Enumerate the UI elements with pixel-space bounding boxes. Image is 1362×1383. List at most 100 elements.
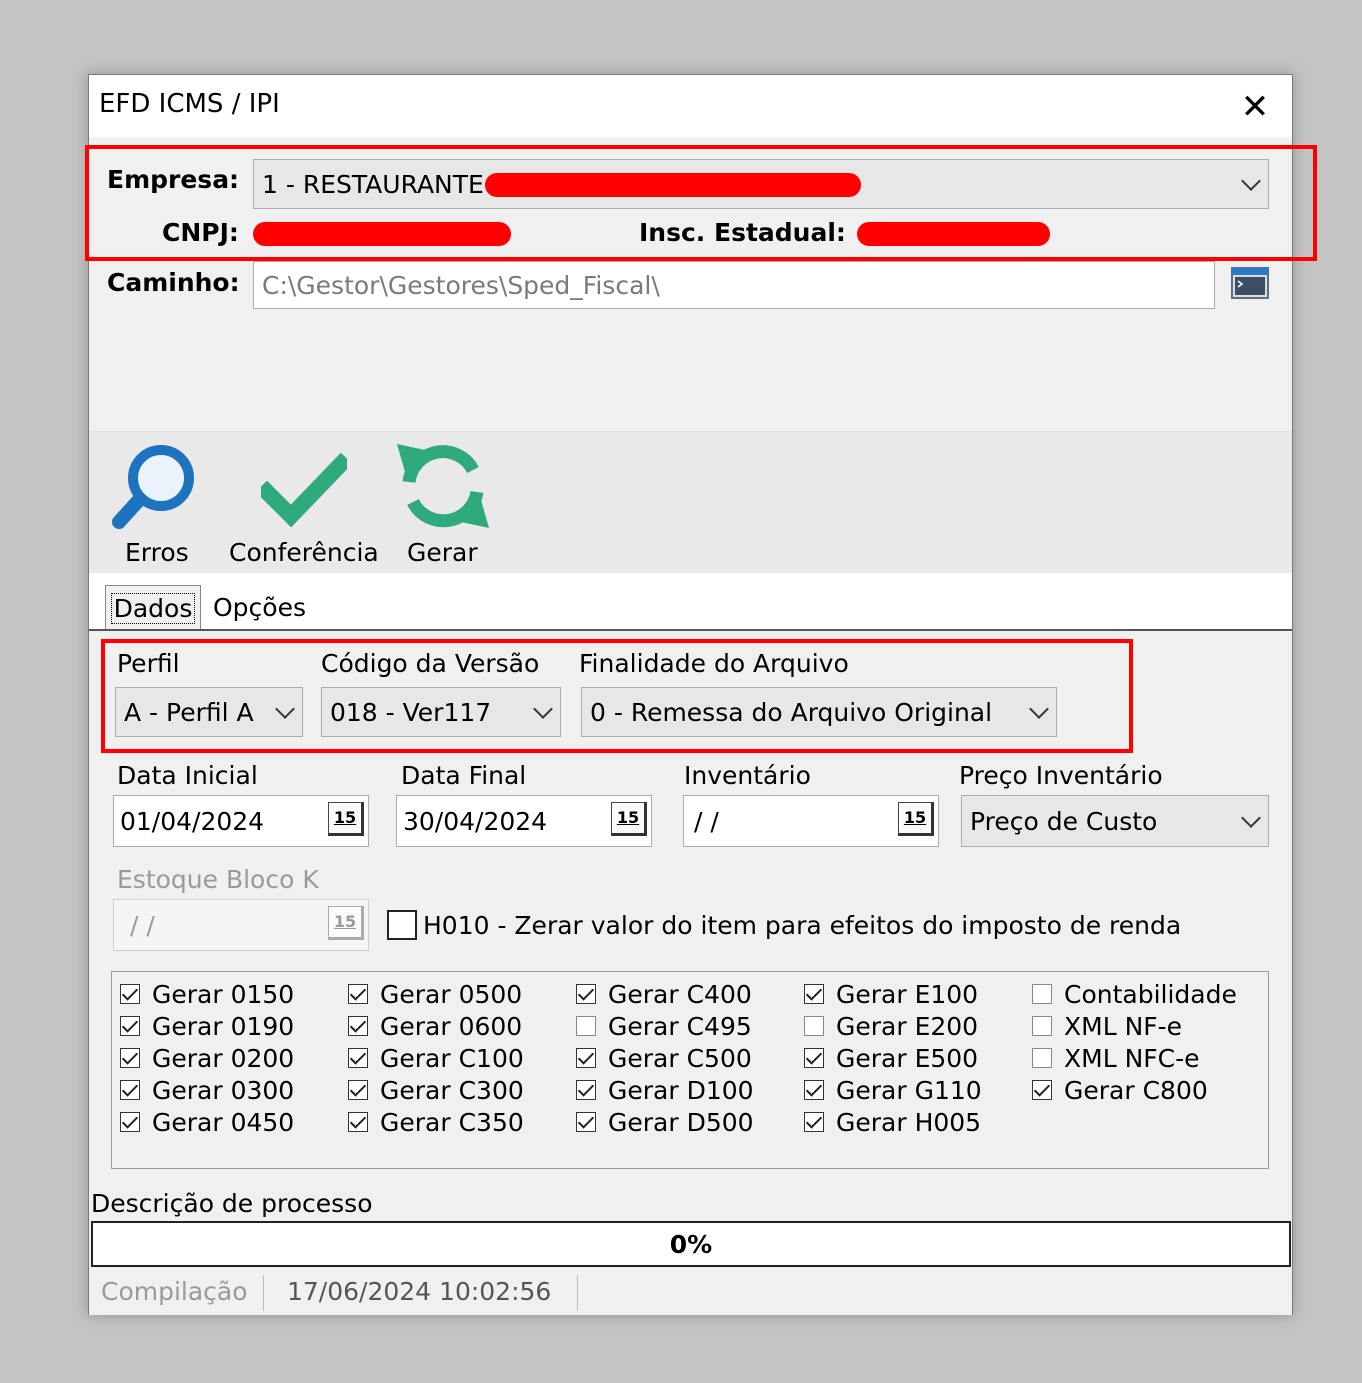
status-separator <box>263 1275 264 1311</box>
option-checkbox[interactable] <box>120 1048 140 1068</box>
option-checkbox[interactable] <box>120 1112 140 1132</box>
option-checkbox-label: Gerar C350 <box>380 1107 524 1137</box>
data-inicial-value: 01/04/2024 <box>120 806 265 836</box>
option-checkbox[interactable] <box>1032 1016 1052 1036</box>
option-checkbox-row[interactable]: Gerar H005 <box>804 1106 982 1138</box>
option-checkbox-label: Gerar H005 <box>836 1107 982 1137</box>
option-checkbox[interactable] <box>120 1016 140 1036</box>
option-checkbox[interactable] <box>348 984 368 1004</box>
option-checkbox-row[interactable]: Gerar D100 <box>576 1074 754 1106</box>
option-checkbox-label: Gerar E100 <box>836 979 979 1009</box>
chevron-down-icon <box>1241 808 1261 828</box>
option-checkbox-row[interactable]: Gerar C300 <box>348 1074 524 1106</box>
preco-inventario-value: Preço de Custo <box>970 806 1158 836</box>
refresh-icon <box>397 444 489 528</box>
option-checkbox-row[interactable]: Gerar E200 <box>804 1010 982 1042</box>
option-checkbox-label: Gerar C800 <box>1064 1075 1208 1105</box>
estoque-bloco-k-input[interactable]: / / 15 <box>113 899 369 951</box>
option-checkbox-row[interactable]: Gerar 0200 <box>120 1042 294 1074</box>
option-checkbox-row[interactable]: Gerar C350 <box>348 1106 524 1138</box>
tab-dados-label: Dados <box>110 593 196 624</box>
calendar-icon: 15 <box>333 808 357 827</box>
option-checkbox[interactable] <box>1032 984 1052 1004</box>
calendar-button[interactable]: 15 <box>328 802 364 836</box>
option-checkbox[interactable] <box>348 1112 368 1132</box>
checkbox-column: Gerar C400 Gerar C495 Gerar C500 Gerar D100… <box>576 978 754 1138</box>
inventario-input[interactable]: / / 15 <box>683 795 939 847</box>
calendar-icon: 15 <box>333 912 357 931</box>
option-checkbox-row[interactable]: Gerar D500 <box>576 1106 754 1138</box>
option-checkbox[interactable] <box>1032 1048 1052 1068</box>
option-checkbox[interactable] <box>576 1016 596 1036</box>
option-checkbox-label: Gerar 0190 <box>152 1011 295 1041</box>
option-checkbox-row[interactable]: Gerar C495 <box>576 1010 754 1042</box>
window-title: EFD ICMS / IPI <box>99 89 280 119</box>
option-checkbox[interactable] <box>348 1080 368 1100</box>
data-inicial-label: Data Inicial <box>117 761 258 790</box>
option-checkbox-row[interactable]: Gerar 0500 <box>348 978 524 1010</box>
calendar-button[interactable]: 15 <box>898 802 934 836</box>
inventario-value: / / <box>694 806 719 836</box>
data-inicial-input[interactable]: 01/04/2024 15 <box>113 795 369 847</box>
option-checkbox[interactable] <box>120 1080 140 1100</box>
option-checkbox-row[interactable]: Gerar E100 <box>804 978 982 1010</box>
option-checkbox[interactable] <box>804 1112 824 1132</box>
option-checkbox[interactable] <box>1032 1080 1052 1100</box>
option-checkbox-row[interactable]: XML NF-e <box>1032 1010 1237 1042</box>
highlight-box-company <box>85 145 1317 261</box>
option-checkbox-row[interactable]: Gerar C500 <box>576 1042 754 1074</box>
h010-checkbox[interactable] <box>387 910 417 940</box>
calendar-icon: 15 <box>616 808 640 827</box>
option-checkbox[interactable] <box>348 1016 368 1036</box>
calendar-button[interactable]: 15 <box>611 802 647 836</box>
option-checkbox-row[interactable]: Gerar 0300 <box>120 1074 294 1106</box>
option-checkbox-row[interactable]: XML NFC-e <box>1032 1042 1237 1074</box>
status-bar: Compilação 17/06/2024 10:02:56 <box>89 1269 1292 1315</box>
option-checkbox-row[interactable]: Gerar C800 <box>1032 1074 1237 1106</box>
estoque-bloco-k-value: / / <box>130 910 155 940</box>
option-checkbox-row[interactable]: Contabilidade <box>1032 978 1237 1010</box>
preco-inventario-select[interactable]: Preço de Custo <box>961 795 1269 847</box>
option-checkbox-label: Gerar 0150 <box>152 979 295 1009</box>
h010-checkbox-row[interactable]: H010 - Zerar valor do item para efeitos … <box>387 909 1181 941</box>
caminho-input[interactable]: C:\Gestor\Gestores\Sped_Fiscal\ <box>253 261 1215 309</box>
conferencia-button[interactable]: Conferência <box>227 440 379 572</box>
title-bar: EFD ICMS / IPI ✕ <box>89 75 1292 137</box>
option-checkbox[interactable] <box>804 1048 824 1068</box>
option-checkbox[interactable] <box>120 984 140 1004</box>
option-checkbox[interactable] <box>576 1112 596 1132</box>
option-checkbox[interactable] <box>804 1080 824 1100</box>
option-checkbox-row[interactable]: Gerar 0600 <box>348 1010 524 1042</box>
option-checkbox-row[interactable]: Gerar 0190 <box>120 1010 294 1042</box>
tab-opcoes[interactable]: Opções <box>213 593 306 622</box>
gerar-button[interactable]: Gerar <box>391 436 501 572</box>
checkbox-column: Gerar 0150 Gerar 0190 Gerar 0200 Gerar 0300… <box>120 978 294 1138</box>
highlight-box-perfil <box>101 639 1133 753</box>
data-final-label: Data Final <box>401 761 527 790</box>
option-checkbox-row[interactable]: Gerar 0450 <box>120 1106 294 1138</box>
caminho-value: C:\Gestor\Gestores\Sped_Fiscal\ <box>262 270 660 300</box>
option-checkbox[interactable] <box>576 1048 596 1068</box>
erros-button[interactable]: Erros <box>107 440 207 572</box>
option-checkbox[interactable] <box>348 1048 368 1068</box>
option-checkbox-row[interactable]: Gerar C100 <box>348 1042 524 1074</box>
efd-dialog: EFD ICMS / IPI ✕ Empresa: 1 - RESTAURANT… <box>85 74 1317 1315</box>
option-checkbox-row[interactable]: Gerar C400 <box>576 978 754 1010</box>
option-checkbox[interactable] <box>804 1016 824 1036</box>
option-checkbox[interactable] <box>576 1080 596 1100</box>
option-checkbox[interactable] <box>804 984 824 1004</box>
option-checkbox-row[interactable]: Gerar E500 <box>804 1042 982 1074</box>
data-final-input[interactable]: 30/04/2024 15 <box>396 795 652 847</box>
close-icon: ✕ <box>1240 87 1270 127</box>
option-checkbox-label: Gerar C495 <box>608 1011 752 1041</box>
option-checkbox[interactable] <box>576 984 596 1004</box>
generation-options-group: Gerar 0150 Gerar 0190 Gerar 0200 Gerar 0300… <box>111 971 1269 1169</box>
erros-label: Erros <box>125 538 189 567</box>
option-checkbox-row[interactable]: Gerar G110 <box>804 1074 982 1106</box>
tab-dados[interactable]: Dados <box>105 585 201 631</box>
close-button[interactable]: ✕ <box>1229 81 1281 133</box>
calendar-button[interactable]: 15 <box>328 906 364 940</box>
option-checkbox-row[interactable]: Gerar 0150 <box>120 978 294 1010</box>
compilation-timestamp: 17/06/2024 10:02:56 <box>287 1277 552 1306</box>
browse-folder-button[interactable] <box>1231 266 1269 300</box>
